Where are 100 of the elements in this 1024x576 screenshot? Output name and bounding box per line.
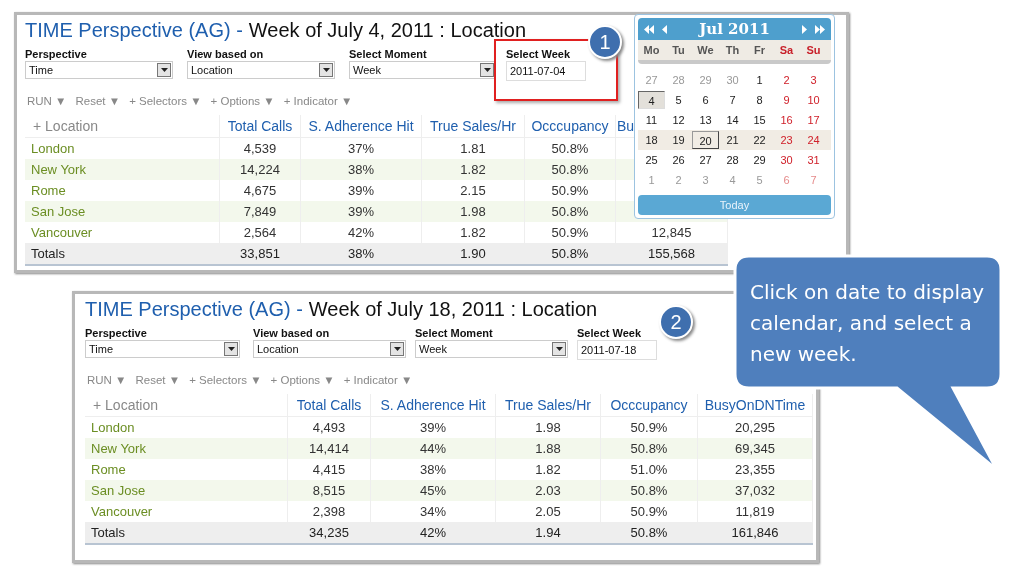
table-cell: 155,568 xyxy=(615,243,728,265)
calendar-day[interactable]: 14 xyxy=(719,111,746,129)
calendar-day[interactable]: 4 xyxy=(719,171,746,189)
column-header[interactable]: S. Adherence Hit xyxy=(370,394,496,417)
column-header[interactable]: S. Adherence Hit xyxy=(300,115,422,138)
calendar-day[interactable]: 6 xyxy=(692,91,719,109)
calendar-day[interactable]: 9 xyxy=(773,91,800,109)
left-arrow-icon[interactable] xyxy=(660,24,670,34)
calendar-day[interactable]: 17 xyxy=(800,111,827,129)
dropdown[interactable]: Location xyxy=(253,340,406,358)
calendar-day[interactable]: 22 xyxy=(746,131,773,149)
table-cell: 1.98 xyxy=(421,201,525,222)
field-label: Select Week xyxy=(577,326,642,340)
table-cell: 1.90 xyxy=(421,243,525,265)
calendar-day[interactable]: 12 xyxy=(665,111,692,129)
calendar-day[interactable]: 3 xyxy=(800,71,827,89)
location-link[interactable]: New York xyxy=(25,159,220,180)
table-cell: 38% xyxy=(300,243,422,265)
calendar-day[interactable]: 29 xyxy=(692,71,719,89)
calendar-day[interactable]: 19 xyxy=(665,131,692,149)
table-cell: 161,846 xyxy=(697,522,813,544)
calendar-day[interactable]: 7 xyxy=(719,91,746,109)
calendar-day[interactable]: 5 xyxy=(665,91,692,109)
calendar-day[interactable]: 11 xyxy=(638,111,665,129)
calendar-day[interactable]: 16 xyxy=(773,111,800,129)
table-cell: 69,345 xyxy=(697,438,813,459)
right-arrow-icon[interactable] xyxy=(799,24,809,34)
weekday-label: Sa xyxy=(778,44,795,56)
calendar-day[interactable]: 30 xyxy=(719,71,746,89)
calendar-day[interactable]: 2 xyxy=(665,171,692,189)
dropdown[interactable]: Time xyxy=(25,61,173,79)
location-link[interactable]: San Jose xyxy=(25,201,220,222)
column-header[interactable]: Occcupancy xyxy=(524,115,616,138)
dropdown[interactable]: Week xyxy=(349,61,496,79)
location-link[interactable]: San Jose xyxy=(85,480,288,501)
toolbar-menu[interactable]: + Indicator ▼ xyxy=(343,374,413,386)
calendar-day[interactable]: 8 xyxy=(746,91,773,109)
report-subtitle: Week of July 18, 2011 : Location xyxy=(308,297,598,322)
calendar-day[interactable]: 30 xyxy=(773,151,800,169)
toolbar-menu[interactable]: Reset ▼ xyxy=(75,95,121,107)
calendar-day[interactable]: 2 xyxy=(773,71,800,89)
calendar-day[interactable]: 27 xyxy=(638,71,665,89)
double-left-arrow-icon[interactable] xyxy=(644,24,654,34)
caret-icon xyxy=(322,68,330,72)
weekday-label: We xyxy=(696,44,715,56)
caret-icon xyxy=(160,68,168,72)
table-cell: 42% xyxy=(370,522,496,544)
double-right-arrow-icon[interactable] xyxy=(815,24,825,34)
table-cell: 1.82 xyxy=(421,159,525,180)
calendar-day[interactable]: 1 xyxy=(638,171,665,189)
field-label: View based on xyxy=(253,326,331,340)
calendar-day[interactable]: 10 xyxy=(800,91,827,109)
toolbar-menu[interactable]: + Options ▼ xyxy=(210,95,275,107)
column-header[interactable]: Occcupancy xyxy=(600,394,698,417)
toolbar-menu[interactable]: RUN ▼ xyxy=(27,95,67,107)
column-header[interactable]: True Sales/Hr xyxy=(421,115,525,138)
toolbar-menu[interactable]: + Selectors ▼ xyxy=(129,95,202,107)
calendar-day[interactable]: 15 xyxy=(746,111,773,129)
calendar-day[interactable]: 24 xyxy=(800,131,827,149)
calendar-day[interactable]: 27 xyxy=(692,151,719,169)
calendar-day[interactable]: 1 xyxy=(746,71,773,89)
table-cell: 37,032 xyxy=(697,480,813,501)
column-header[interactable]: True Sales/Hr xyxy=(495,394,601,417)
calendar-day[interactable]: 31 xyxy=(800,151,827,169)
toolbar-menu[interactable]: + Selectors ▼ xyxy=(189,374,262,386)
calendar-day[interactable]: 21 xyxy=(719,131,746,149)
calendar-day[interactable]: 3 xyxy=(692,171,719,189)
toolbar-menu[interactable]: RUN ▼ xyxy=(87,374,127,386)
field-label: Perspective xyxy=(85,326,148,340)
dropdown[interactable]: Week xyxy=(415,340,568,358)
date-field[interactable]: 2011-07-04 xyxy=(506,61,586,81)
toolbar-menu[interactable]: + Indicator ▼ xyxy=(283,95,353,107)
calendar-day[interactable]: 20 xyxy=(692,131,719,149)
dropdown[interactable]: Location xyxy=(187,61,335,79)
calendar-day[interactable]: 13 xyxy=(692,111,719,129)
column-header[interactable]: + Location xyxy=(85,394,288,417)
calendar-day[interactable]: 28 xyxy=(665,71,692,89)
column-header[interactable]: Total Calls xyxy=(219,115,301,138)
toolbar-menu[interactable]: Reset ▼ xyxy=(135,374,181,386)
table-cell: 1.88 xyxy=(495,438,601,459)
calendar-day[interactable]: 26 xyxy=(665,151,692,169)
table-cell: 50.8% xyxy=(524,201,616,222)
column-header[interactable]: BusyOnDNTime xyxy=(697,394,813,417)
dropdown[interactable]: Time xyxy=(85,340,240,358)
weekday-label: Mo xyxy=(642,44,661,56)
toolbar-menu[interactable]: + Options ▼ xyxy=(270,374,335,386)
calendar-day[interactable]: 18 xyxy=(638,131,665,149)
field-label: Select Moment xyxy=(349,47,428,61)
date-field[interactable]: 2011-07-18 xyxy=(577,340,657,360)
calendar-day[interactable]: 5 xyxy=(746,171,773,189)
table-cell: Totals xyxy=(25,243,220,265)
calendar-day[interactable]: 25 xyxy=(638,151,665,169)
location-link[interactable]: New York xyxy=(85,438,288,459)
calendar-day[interactable]: 28 xyxy=(719,151,746,169)
calendar-day[interactable]: 29 xyxy=(746,151,773,169)
calendar-day[interactable]: 23 xyxy=(773,131,800,149)
calendar-day[interactable]: 4 xyxy=(638,91,665,109)
report-title: TIME Perspective (AG) - xyxy=(85,297,303,322)
column-header[interactable]: + Location xyxy=(25,115,220,138)
column-header[interactable]: Total Calls xyxy=(287,394,371,417)
